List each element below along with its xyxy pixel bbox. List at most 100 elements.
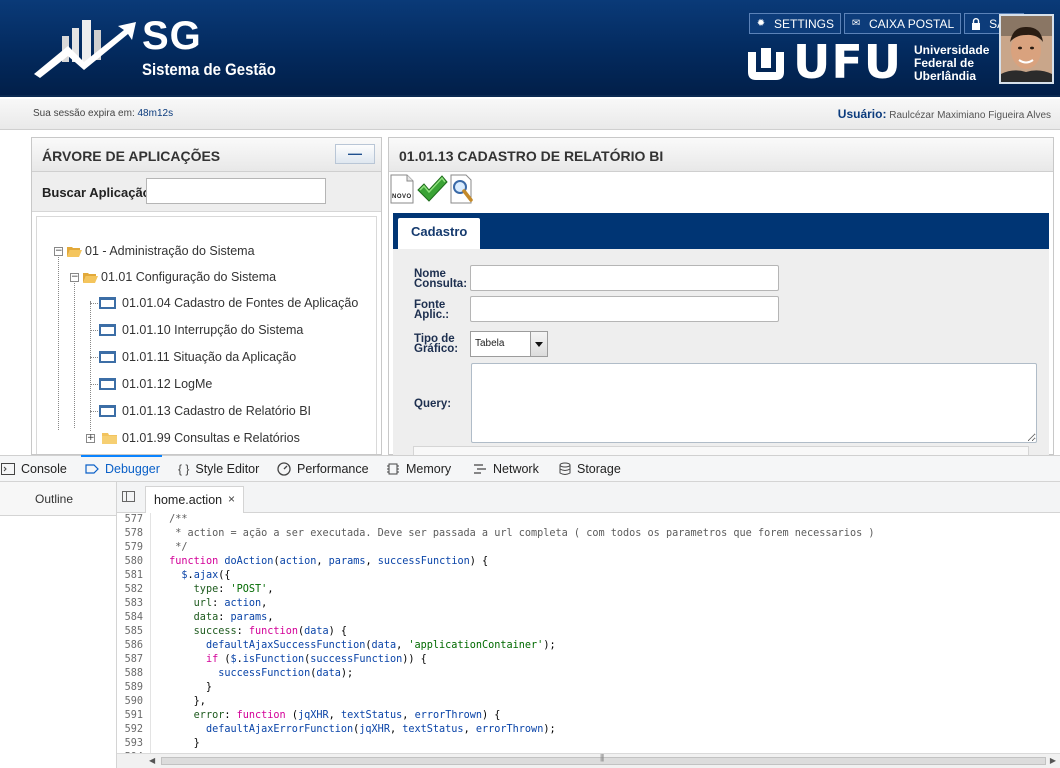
line-number[interactable]: 590 xyxy=(117,695,143,709)
tipo-grafico-select[interactable]: Tabela xyxy=(470,331,548,357)
line-number[interactable]: 585 xyxy=(117,625,143,639)
search-input[interactable] xyxy=(146,178,326,204)
nome-consulta-label: Nome Consulta: xyxy=(414,268,467,290)
line-number[interactable]: 588 xyxy=(117,667,143,681)
line-number[interactable]: 581 xyxy=(117,569,143,583)
code-line[interactable]: 579 */ xyxy=(117,541,1060,555)
line-number[interactable]: 589 xyxy=(117,681,143,695)
code-line[interactable]: 593 } xyxy=(117,737,1060,751)
tree-item-application[interactable]: 01.01.04 Cadastro de Fontes de Aplicação xyxy=(99,293,358,313)
line-number[interactable]: 591 xyxy=(117,709,143,723)
line-number[interactable]: 578 xyxy=(117,527,143,541)
devtools-tab-style-editor[interactable]: { } Style Editor xyxy=(178,456,259,482)
outline-tab[interactable]: Outline xyxy=(0,482,116,516)
tree-item-application[interactable]: 01.01.10 Interrupção do Sistema xyxy=(99,320,303,340)
code-line[interactable]: 584 data: params, xyxy=(117,611,1060,625)
save-button[interactable] xyxy=(416,174,448,204)
tree-item-application[interactable]: 01.01.12 LogMe xyxy=(99,374,212,394)
code-line[interactable]: 592 defaultAjaxErrorFunction(jqXHR, text… xyxy=(117,723,1060,737)
source-tab-label: home.action xyxy=(154,493,223,507)
code-line[interactable]: 577 /** xyxy=(117,513,1060,527)
collapse-panel-button[interactable]: — xyxy=(335,144,375,164)
scrollbar-thumb[interactable] xyxy=(161,753,1046,765)
editor-gutter-divider xyxy=(150,513,151,753)
tipo-grafico-label: Tipo de Gráfico: xyxy=(414,333,458,355)
code-line[interactable]: 580 function doAction(action, params, su… xyxy=(117,555,1060,569)
code-line[interactable]: 585 success: function(data) { xyxy=(117,625,1060,639)
code-line[interactable]: 582 type: 'POST', xyxy=(117,583,1060,597)
devtools-tab-network[interactable]: Network xyxy=(473,456,539,482)
line-number[interactable]: 577 xyxy=(117,513,143,527)
collapse-toggle-icon[interactable]: − xyxy=(54,246,63,256)
console-icon xyxy=(1,463,15,475)
code-text: $.ajax({ xyxy=(181,570,231,581)
search-button[interactable] xyxy=(450,174,474,204)
code-line[interactable]: 591 error: function (jqXHR, textStatus, … xyxy=(117,709,1060,723)
window-icon xyxy=(99,297,116,309)
devtools-tab-performance[interactable]: Performance xyxy=(277,456,369,482)
code-text: data: params, xyxy=(193,612,274,623)
ufu-logo-text: UFU xyxy=(793,35,903,89)
tree-connector xyxy=(90,303,98,304)
caixa-postal-button[interactable]: ✉ CAIXA POSTAL xyxy=(844,13,962,34)
line-number[interactable]: 580 xyxy=(117,555,143,569)
source-editor[interactable]: 577 /** 578 * action = ação a ser executa… xyxy=(117,513,1060,753)
tab-cadastro[interactable]: Cadastro xyxy=(398,218,481,249)
line-number[interactable]: 579 xyxy=(117,541,143,555)
code-text: defaultAjaxSuccessFunction(data, 'applic… xyxy=(205,640,556,651)
code-line[interactable]: 578 * action = ação a ser executada. Dev… xyxy=(117,527,1060,541)
code-line[interactable]: 590 }, xyxy=(117,695,1060,709)
session-expiry-label: Sua sessão expira em: xyxy=(33,108,135,119)
window-icon xyxy=(99,324,116,336)
code-line[interactable]: 586 defaultAjaxSuccessFunction(data, 'ap… xyxy=(117,639,1060,653)
line-number[interactable]: 583 xyxy=(117,597,143,611)
folder-open-icon xyxy=(83,273,98,283)
code-text: if ($.isFunction(successFunction)) { xyxy=(205,654,427,665)
tree-item-application[interactable]: 01.01.11 Situação da Aplicação xyxy=(99,347,296,367)
devtools-tab-debugger[interactable]: Debugger xyxy=(81,455,162,482)
horizontal-scrollbar[interactable]: ◀ ▶ xyxy=(117,753,1060,768)
tree-item-application[interactable]: 01.01.13 Cadastro de Relatório BI xyxy=(99,401,311,421)
novo-button[interactable]: NOVO xyxy=(390,174,414,204)
source-tab[interactable]: home.action × xyxy=(145,486,244,513)
university-name: Universidade Federal de Uberlândia xyxy=(914,44,989,83)
code-line[interactable]: 589 } xyxy=(117,681,1060,695)
nome-consulta-input[interactable] xyxy=(470,265,779,291)
code-line[interactable]: 581 $.ajax({ xyxy=(117,569,1060,583)
devtools-tab-memory[interactable]: Memory xyxy=(386,456,451,482)
scroll-right-icon[interactable]: ▶ xyxy=(1050,756,1056,765)
code-line[interactable]: 588 successFunction(data); xyxy=(117,667,1060,681)
tree-item-label: 01 - Administração do Sistema xyxy=(85,244,255,258)
code-text: } xyxy=(163,682,213,693)
line-number[interactable]: 582 xyxy=(117,583,143,597)
dropdown-arrow-icon[interactable] xyxy=(530,332,547,356)
line-number[interactable]: 587 xyxy=(117,653,143,667)
code-text: defaultAjaxErrorFunction(jqXHR, textStat… xyxy=(205,724,556,735)
collapse-toggle-icon[interactable]: − xyxy=(70,272,79,282)
braces-icon: { } xyxy=(178,462,190,476)
code-line[interactable]: 583 url: action, xyxy=(117,597,1060,611)
debugger-sidebar: Outline xyxy=(0,482,117,768)
line-number[interactable]: 592 xyxy=(117,723,143,737)
query-textarea[interactable] xyxy=(471,363,1037,443)
user-avatar[interactable] xyxy=(999,14,1054,84)
line-number[interactable]: 586 xyxy=(117,639,143,653)
settings-button[interactable]: ✹ SETTINGS xyxy=(749,13,842,34)
expand-toggle-icon[interactable]: + xyxy=(86,433,95,443)
tree-item-folder[interactable]: + 01.01.99 Consultas e Relatórios xyxy=(86,428,300,448)
devtools-tab-console[interactable]: Console xyxy=(1,456,67,482)
toggle-sidebar-icon[interactable] xyxy=(122,491,135,502)
tree-item-folder[interactable]: − 01.01 Configuração do Sistema xyxy=(70,267,276,287)
tree-item-label: 01.01.12 LogMe xyxy=(122,377,213,391)
line-number[interactable]: 593 xyxy=(117,737,143,751)
devtools-tab-storage[interactable]: Storage xyxy=(559,456,621,482)
scroll-left-icon[interactable]: ◀ xyxy=(149,756,155,765)
tree-item-label: 01.01.13 Cadastro de Relatório BI xyxy=(122,404,312,418)
close-icon[interactable]: × xyxy=(228,492,235,506)
devtools-tab-label: Memory xyxy=(406,462,452,476)
line-number[interactable]: 584 xyxy=(117,611,143,625)
tree-item-folder[interactable]: − 01 - Administração do Sistema xyxy=(54,241,255,261)
code-line[interactable]: 587 if ($.isFunction(successFunction)) { xyxy=(117,653,1060,667)
tree-item-label: 01.01.11 Situação da Aplicação xyxy=(122,350,297,364)
fonte-aplic-input[interactable] xyxy=(470,296,779,322)
